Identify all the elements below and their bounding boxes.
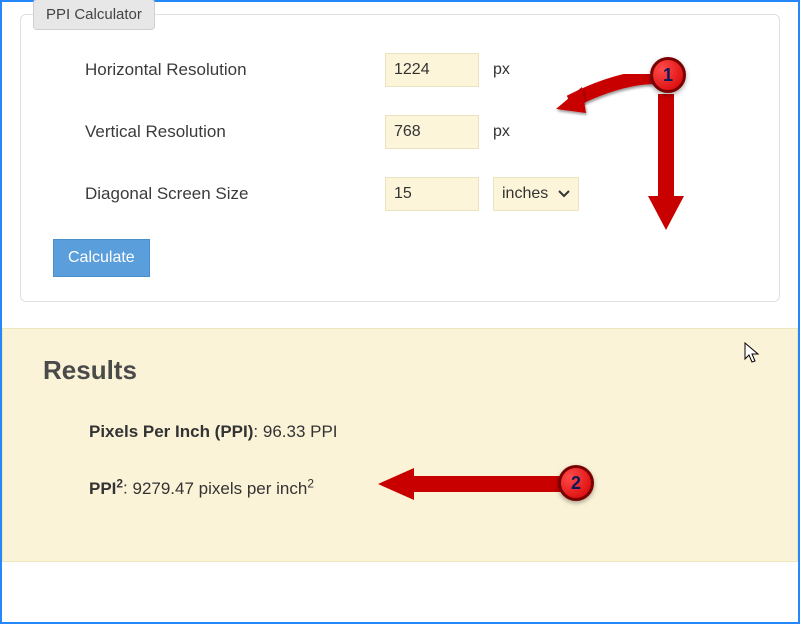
select-diagonal-unit-value: inches: [502, 185, 548, 203]
calculate-button[interactable]: Calculate: [53, 239, 150, 277]
unit-vertical-resolution: px: [493, 123, 510, 141]
annotation-marker-1: 1: [650, 57, 686, 93]
unit-horizontal-resolution: px: [493, 61, 510, 79]
select-diagonal-unit[interactable]: inches: [493, 177, 579, 211]
input-vertical-resolution[interactable]: [385, 115, 479, 149]
results-title: Results: [43, 355, 757, 386]
input-horizontal-resolution[interactable]: [385, 53, 479, 87]
annotation-marker-2: 2: [558, 465, 594, 501]
result-ppi2-value: 9279.47 pixels per inch2: [132, 479, 313, 498]
result-ppi-value: 96.33 PPI: [263, 422, 338, 441]
annotation-arrow-1b: [638, 94, 698, 234]
chevron-down-icon: [558, 185, 570, 203]
results-panel: Results Pixels Per Inch (PPI): 96.33 PPI…: [2, 328, 798, 562]
label-vertical-resolution: Vertical Resolution: [45, 122, 385, 142]
annotation-arrow-2: [372, 462, 572, 506]
result-ppi: Pixels Per Inch (PPI): 96.33 PPI: [89, 422, 757, 442]
label-diagonal-size: Diagonal Screen Size: [45, 184, 385, 204]
cursor-icon: [744, 342, 762, 364]
result-ppi2-label: PPI2: [89, 479, 123, 498]
label-horizontal-resolution: Horizontal Resolution: [45, 60, 385, 80]
result-ppi-label: Pixels Per Inch (PPI): [89, 422, 253, 441]
input-diagonal-size[interactable]: [385, 177, 479, 211]
panel-legend: PPI Calculator: [33, 0, 155, 30]
